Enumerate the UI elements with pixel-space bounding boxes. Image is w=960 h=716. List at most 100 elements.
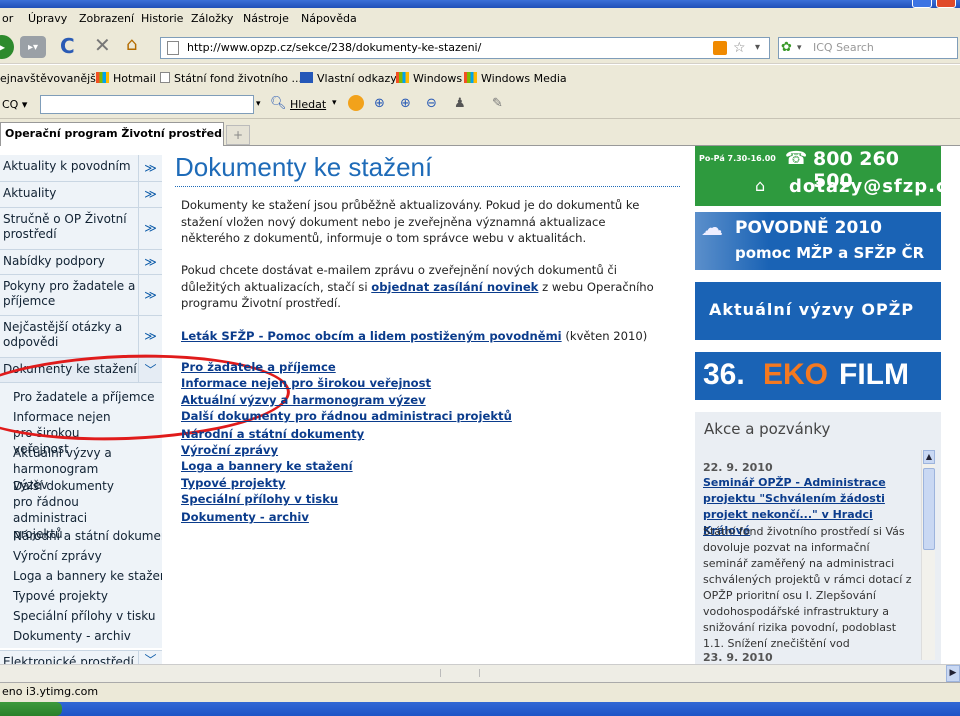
tab-bar: Operační program Životní prostředí -... … xyxy=(0,119,960,146)
sidebar-item-downloads[interactable]: Dokumenty ke stažení ﹀ xyxy=(0,358,162,383)
page-title: Dokumenty ke stažení xyxy=(175,152,433,182)
events-scrollbar[interactable]: ▲ xyxy=(921,450,935,660)
doc-link[interactable]: Loga a bannery ke stažení xyxy=(181,459,353,473)
url-dropdown-icon[interactable]: ▾ xyxy=(755,38,760,58)
leaflet-link[interactable]: Leták SFŽP - Pomoc obcím a lidem postiže… xyxy=(181,329,562,343)
chevron-down-icon[interactable]: ≫ xyxy=(138,155,162,181)
star-icon[interactable]: ☆ xyxy=(733,38,746,58)
sidebar-subitem[interactable]: Speciální přílohy v tisku xyxy=(13,608,155,624)
bookmark-windows[interactable]: Windows xyxy=(396,72,462,85)
chevron-down-icon[interactable]: ≫ xyxy=(138,275,162,315)
doc-link[interactable]: Národní a státní dokumenty xyxy=(181,427,364,441)
menu-view[interactable]: Zobrazení xyxy=(79,12,134,25)
user-icon[interactable]: ♟ xyxy=(454,96,466,111)
menu-tools[interactable]: Nástroje xyxy=(243,12,289,25)
sidebar-subitem[interactable]: Pro žadatele a příjemce xyxy=(13,389,155,405)
bookmark-windows-media[interactable]: Windows Media xyxy=(464,72,567,85)
windows-logo-icon xyxy=(96,72,109,83)
search-icon[interactable]: 🔍︎ xyxy=(270,96,287,111)
sidebar-item-instructions[interactable]: Pokyny pro žadatele a příjemce ≫ xyxy=(0,275,162,316)
chevron-up-icon[interactable]: ﹀ xyxy=(138,358,162,382)
flood-title: POVODNĚ 2010 xyxy=(735,218,882,238)
sidebar-subitem[interactable]: Národní a státní dokumenty xyxy=(13,528,162,544)
search-input[interactable]: ✿ ▾ ICQ Search xyxy=(778,37,958,59)
rss-icon[interactable] xyxy=(713,41,727,55)
scroll-up-icon[interactable]: ▲ xyxy=(923,450,935,464)
start-button[interactable] xyxy=(0,702,62,716)
bookmark-most-visited[interactable]: ejnavštěvovanější xyxy=(0,72,99,85)
event-description: Státní fond životního prostředí si Vás d… xyxy=(703,525,912,650)
minimize-icon[interactable] xyxy=(912,0,932,8)
hotline-hours: Po-Pá 7.30-16.00 xyxy=(699,154,776,163)
sidebar-subitem[interactable]: Dokumenty - archiv xyxy=(13,628,131,644)
sidebar-subitem[interactable]: Výroční zprávy xyxy=(13,548,102,564)
bookmark-custom-links[interactable]: Vlastní odkazy xyxy=(300,72,397,85)
find-button[interactable]: Hledat xyxy=(290,98,326,111)
sidebar-subitem[interactable]: Loga a bannery ke stažení xyxy=(13,568,162,584)
calls-banner[interactable]: Aktuální výzvy OPŽP xyxy=(695,282,941,340)
windows-logo-icon xyxy=(396,72,409,83)
sidebar-item-label: Aktuality xyxy=(3,186,57,200)
find-dropdown-icon[interactable]: ▾ xyxy=(332,98,337,108)
zoom-out-icon[interactable]: ⊖ xyxy=(426,96,437,111)
scrollbar-thumb[interactable] xyxy=(440,669,480,677)
close-icon[interactable] xyxy=(936,0,956,8)
pen-icon[interactable]: ✎ xyxy=(492,96,503,111)
bookmark-sfzp[interactable]: Státní fond životního ... xyxy=(160,72,302,85)
forward-button[interactable]: ▸▾ xyxy=(20,36,46,58)
chevron-down-icon[interactable]: ≫ xyxy=(138,182,162,207)
chevron-down-icon[interactable]: ≫ xyxy=(138,250,162,274)
zoom-in-icon[interactable]: ⊕ xyxy=(400,96,411,111)
bookmark-hotmail[interactable]: Hotmail xyxy=(96,72,156,85)
menu-file[interactable]: or xyxy=(2,12,13,25)
newsletter-paragraph: Pokud chcete dostávat e-mailem zprávu o … xyxy=(181,263,654,310)
doc-link[interactable]: Speciální přílohy v tisku xyxy=(181,492,338,506)
zoom-icon[interactable]: ⊕ xyxy=(374,96,385,111)
horizontal-scrollbar[interactable]: ▶ xyxy=(0,664,960,682)
sidebar-item-flood-news[interactable]: Aktuality k povodním ≫ xyxy=(0,155,162,182)
sidebar-subitem[interactable]: Typové projekty xyxy=(13,588,108,604)
menu-edit[interactable]: Úpravy xyxy=(28,12,67,25)
flood-banner[interactable]: ☁ POVODNĚ 2010 pomoc MŽP a SFŽP ČR xyxy=(695,212,941,270)
doc-link[interactable]: Informace nejen pro širokou veřejnost xyxy=(181,376,431,390)
chevron-down-icon[interactable]: ≫ xyxy=(138,316,162,357)
stop-icon[interactable]: ✕ xyxy=(94,33,111,57)
rain-cloud-icon: ☁ xyxy=(701,216,723,241)
home-icon[interactable]: ⌂ xyxy=(126,34,137,55)
icq-menu[interactable]: CQ ▾ xyxy=(2,98,27,111)
new-tab-button[interactable]: + xyxy=(226,125,250,145)
url-bar[interactable]: http://www.opzp.cz/sekce/238/dokumenty-k… xyxy=(160,37,770,59)
scrollbar-thumb[interactable] xyxy=(923,468,935,550)
ekofilm-banner[interactable]: 36. EKO FILM xyxy=(695,352,941,400)
sidebar-item-about[interactable]: Stručně o OP Životní prostředí ≫ xyxy=(0,208,162,250)
newsletter-link[interactable]: objednat zasílání novinek xyxy=(371,280,538,294)
menu-bar: or Úpravy Zobrazení Historie Záložky Nás… xyxy=(0,8,960,30)
chevron-down-icon[interactable]: ≫ xyxy=(138,208,162,249)
doc-link[interactable]: Pro žadatele a příjemce xyxy=(181,360,336,374)
back-button[interactable]: ▸ xyxy=(0,35,14,59)
menu-history[interactable]: Historie xyxy=(141,12,183,25)
hotline-banner[interactable]: Po-Pá 7.30-16.00 ☎ 800 260 500 ⌂ dotazy@… xyxy=(695,146,958,206)
icq-search-input[interactable] xyxy=(40,95,254,114)
doc-link[interactable]: Typové projekty xyxy=(181,476,285,490)
doc-link[interactable]: Výroční zprávy xyxy=(181,443,278,457)
menu-help[interactable]: Nápověda xyxy=(301,12,357,25)
sidebar-item-electronic[interactable]: Elektronické prostředí ﹀ xyxy=(0,650,162,665)
search-engine-dropdown-icon[interactable]: ▾ xyxy=(797,38,802,58)
sidebar-item-offers[interactable]: Nabídky podpory ≫ xyxy=(0,250,162,275)
doc-link[interactable]: Aktuální výzvy a harmonogram výzev xyxy=(181,393,426,407)
tab-opzp[interactable]: Operační program Životní prostředí -... xyxy=(0,122,224,146)
sidebar-item-faq[interactable]: Nejčastější otázky a odpovědi ≫ xyxy=(0,316,162,358)
doc-link[interactable]: Dokumenty - archiv xyxy=(181,510,309,524)
chevron-down-icon[interactable]: ﹀ xyxy=(138,651,162,665)
intro-paragraph: Dokumenty ke stažení jsou průběžně aktua… xyxy=(181,198,640,245)
scroll-right-icon[interactable]: ▶ xyxy=(946,665,960,682)
leaflet-line: Leták SFŽP - Pomoc obcím a lidem postiže… xyxy=(181,329,648,343)
icq-dropdown-icon[interactable]: ▾ xyxy=(256,99,261,109)
reload-icon[interactable]: C xyxy=(60,34,75,58)
doc-link[interactable]: Další dokumenty pro řádnou administraci … xyxy=(181,409,512,423)
mouse-icon: ⌂ xyxy=(755,176,766,195)
sidebar-item-news[interactable]: Aktuality ≫ xyxy=(0,182,162,208)
menu-bookmarks[interactable]: Záložky xyxy=(191,12,233,25)
smiley-icon[interactable] xyxy=(348,95,364,111)
